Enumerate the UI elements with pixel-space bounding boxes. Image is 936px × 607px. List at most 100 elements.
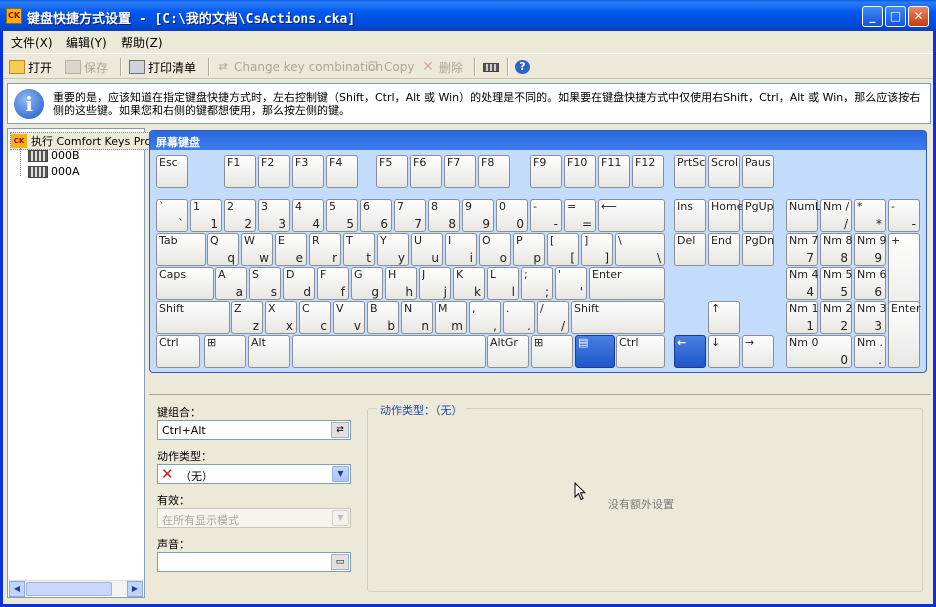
key[interactable]: NumL (786, 199, 821, 232)
key[interactable]: Nm 4 4 (786, 267, 818, 300)
horizontal-scrollbar[interactable]: ◀ ▶ (9, 580, 143, 597)
key[interactable]: Uu (411, 233, 443, 266)
key[interactable]: Gg (351, 267, 383, 300)
key[interactable]: Jj (419, 267, 451, 300)
key[interactable]: Yy (377, 233, 409, 266)
key[interactable]: Tab (156, 233, 206, 266)
key[interactable]: F9 (530, 155, 562, 188)
key[interactable]: F10 (564, 155, 596, 188)
key[interactable]: Cc (299, 301, 331, 334)
key[interactable]: 55 (326, 199, 358, 232)
key[interactable]: F4 (326, 155, 358, 188)
key[interactable]: Ss (249, 267, 281, 300)
key[interactable]: Qq (207, 233, 239, 266)
menu-edit[interactable]: 编辑(Y) (66, 34, 107, 51)
key[interactable]: F7 (444, 155, 476, 188)
key[interactable]: Home (708, 199, 743, 232)
key[interactable]: Nn (401, 301, 433, 334)
key[interactable]: = = (564, 199, 596, 232)
scroll-thumb[interactable] (26, 582, 112, 596)
key[interactable]: Nm 8 8 (820, 233, 852, 266)
key[interactable]: 88 (428, 199, 460, 232)
key[interactable]: F3 (292, 155, 324, 188)
key[interactable]: ;; (521, 267, 553, 300)
copy-button[interactable]: ❐ Copy (365, 58, 414, 76)
key[interactable]: Hh (385, 267, 417, 300)
key[interactable]: ` ` (156, 199, 188, 232)
key[interactable]: ← (674, 335, 706, 368)
scroll-left-arrow-icon[interactable]: ◀ (9, 581, 25, 597)
key[interactable]: .. (503, 301, 535, 334)
key[interactable]: Enter (888, 301, 921, 368)
key[interactable]: F11 (598, 155, 630, 188)
menu-help[interactable]: 帮助(Z) (121, 34, 163, 51)
key[interactable]: Aa (215, 267, 247, 300)
key[interactable]: Alt (248, 335, 290, 368)
key[interactable]: Xx (265, 301, 297, 334)
key[interactable]: ⊞ (204, 335, 246, 368)
key[interactable]: / / (537, 301, 569, 334)
key[interactable]: → (742, 335, 774, 368)
key[interactable]: 00 (496, 199, 528, 232)
key[interactable]: Enter (589, 267, 665, 300)
key[interactable]: Ii (445, 233, 477, 266)
key[interactable]: 11 (190, 199, 222, 232)
save-button[interactable]: 保存 (65, 58, 108, 76)
key[interactable]: ]] (581, 233, 613, 266)
key[interactable]: Ctrl (156, 335, 200, 368)
key[interactable]: Ee (275, 233, 307, 266)
tree-view[interactable]: CK 执行 Comfort Keys Pro 000B 000A ◀ ▶ (7, 128, 155, 598)
key[interactable]: [[ (547, 233, 579, 266)
key[interactable]: PrtSc (674, 155, 706, 188)
key[interactable]: Nm .. (854, 335, 886, 368)
close-button[interactable]: ✕ (908, 6, 929, 27)
keyboard-button[interactable] (483, 58, 502, 76)
key[interactable]: Mm (435, 301, 467, 334)
key[interactable]: ' ' (555, 267, 587, 300)
key[interactable]: Nm 1 1 (786, 301, 818, 334)
key[interactable]: Nm 9 9 (854, 233, 886, 266)
key[interactable]: Rr (309, 233, 341, 266)
key[interactable]: Pp (513, 233, 545, 266)
key[interactable]: Caps (156, 267, 214, 300)
key[interactable]: Ins (674, 199, 706, 232)
tree-item[interactable]: 000A (28, 165, 80, 178)
key[interactable]: F5 (376, 155, 408, 188)
key[interactable]: ,, (469, 301, 501, 334)
title-bar[interactable]: CK 键盘快捷方式设置 - [C:\我的文档\CsActions.cka] _ … (0, 0, 936, 31)
key[interactable] (292, 335, 486, 368)
key[interactable]: 66 (360, 199, 392, 232)
key[interactable]: Ff (317, 267, 349, 300)
menu-file[interactable]: 文件(X) (11, 34, 53, 51)
key[interactable]: Ll (487, 267, 519, 300)
tree-root-item[interactable]: CK 执行 Comfort Keys Pro (10, 132, 155, 150)
key[interactable]: PgUp (742, 199, 774, 232)
key[interactable]: Oo (479, 233, 511, 266)
key[interactable]: \ \ (615, 233, 665, 266)
print-list-button[interactable]: 打印清单 (129, 58, 196, 76)
key[interactable]: Nm / / (820, 199, 852, 232)
key[interactable]: F8 (478, 155, 510, 188)
key[interactable]: F6 (410, 155, 442, 188)
key[interactable]: Ww (241, 233, 273, 266)
key[interactable]: ↓ (708, 335, 740, 368)
key[interactable]: ⟵ (598, 199, 665, 232)
key[interactable]: End (708, 233, 740, 266)
folder-browse-icon[interactable]: ▭ (331, 554, 349, 570)
chevron-down-icon[interactable]: ▼ (332, 510, 349, 526)
scroll-right-arrow-icon[interactable]: ▶ (127, 581, 143, 597)
key[interactable]: 22 (224, 199, 256, 232)
key[interactable]: Paus (742, 155, 774, 188)
key[interactable]: Shift (156, 301, 230, 334)
key[interactable]: Del (674, 233, 706, 266)
key[interactable]: 99 (462, 199, 494, 232)
sound-field[interactable]: ▭ (157, 552, 351, 572)
key[interactable]: Vv (333, 301, 365, 334)
key[interactable]: Nm 0 0 (786, 335, 852, 368)
key[interactable]: PgDn (742, 233, 774, 266)
key[interactable]: AltGr (487, 335, 529, 368)
maximize-button[interactable]: □ (885, 6, 906, 27)
open-button[interactable]: 打开 (9, 58, 52, 76)
key[interactable]: Dd (283, 267, 315, 300)
key[interactable]: Tt (343, 233, 375, 266)
